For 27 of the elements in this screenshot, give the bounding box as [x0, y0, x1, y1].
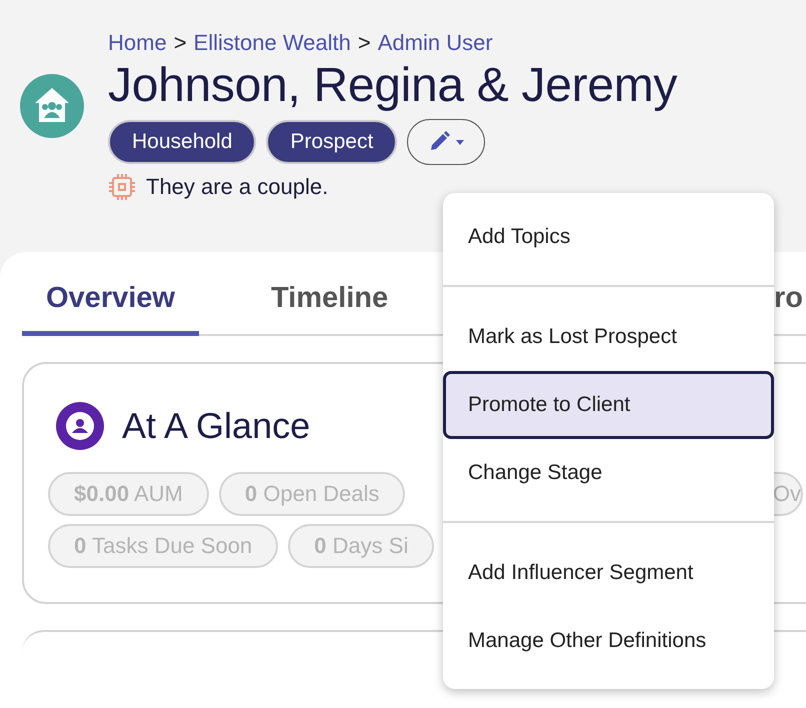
pencil-icon — [428, 131, 464, 153]
status-badge: Household — [108, 120, 256, 164]
breadcrumb-separator: > — [174, 30, 187, 56]
breadcrumb-separator: > — [358, 30, 371, 56]
stat-chip: 0 Tasks Due Soon — [48, 524, 278, 568]
card-title: At A Glance — [122, 405, 310, 447]
page-title: Johnson, Regina & Jeremy — [108, 58, 678, 113]
stat-chip: 0 Open Deals — [218, 472, 406, 516]
menu-item[interactable]: Promote to Client — [443, 371, 774, 439]
dial-icon — [56, 402, 104, 450]
status-badge: Prospect — [266, 120, 398, 164]
tab[interactable]: ro — [774, 282, 806, 336]
edit-dropdown-button[interactable] — [407, 119, 486, 165]
tab[interactable]: Timeline — [246, 282, 412, 336]
note-text: They are a couple. — [146, 174, 328, 200]
menu-item[interactable]: Manage Other Definitions — [443, 607, 774, 675]
menu-item[interactable]: Add Topics — [443, 203, 774, 271]
household-icon — [20, 74, 84, 138]
stat-chip: $0.00 AUM — [48, 472, 209, 516]
chip-icon — [108, 173, 136, 201]
menu-item[interactable]: Add Influencer Segment — [443, 539, 774, 607]
stat-chip: 0 Days Si — [288, 524, 434, 568]
breadcrumb-link[interactable]: Home — [108, 30, 167, 56]
breadcrumb-link[interactable]: Admin User — [378, 30, 493, 56]
breadcrumb-link[interactable]: Ellistone Wealth — [194, 30, 351, 56]
tab[interactable]: Overview — [22, 282, 199, 336]
menu-item[interactable]: Mark as Lost Prospect — [443, 303, 774, 371]
